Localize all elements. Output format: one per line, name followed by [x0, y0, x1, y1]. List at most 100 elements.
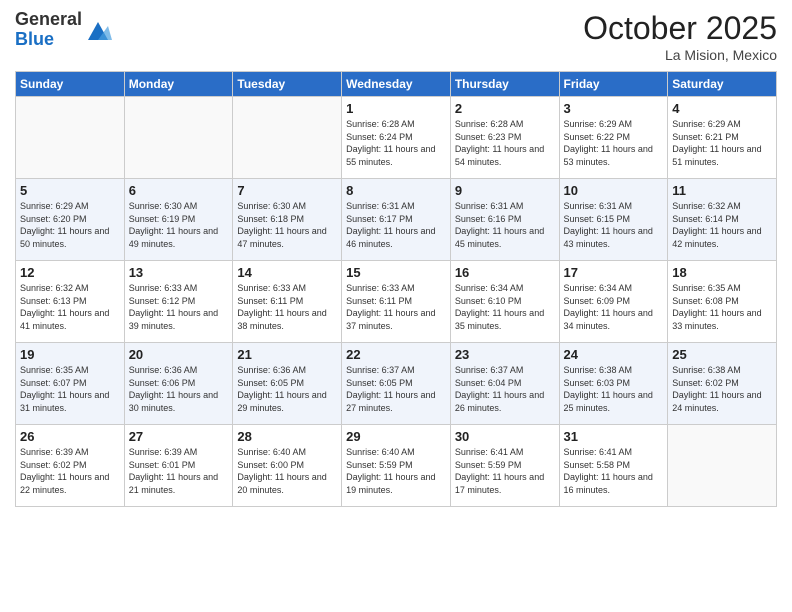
day-info: Sunrise: 6:34 AM Sunset: 6:10 PM Dayligh… — [455, 282, 555, 332]
day-number: 17 — [564, 265, 664, 280]
day-number: 30 — [455, 429, 555, 444]
header-friday: Friday — [559, 72, 668, 97]
day-info: Sunrise: 6:39 AM Sunset: 6:01 PM Dayligh… — [129, 446, 229, 496]
day-cell: 9 Sunrise: 6:31 AM Sunset: 6:16 PM Daylig… — [450, 179, 559, 261]
day-info: Sunrise: 6:28 AM Sunset: 6:24 PM Dayligh… — [346, 118, 446, 168]
day-number: 31 — [564, 429, 664, 444]
month-title: October 2025 — [583, 10, 777, 47]
day-cell: 13 Sunrise: 6:33 AM Sunset: 6:12 PM Dayli… — [124, 261, 233, 343]
day-cell: 29 Sunrise: 6:40 AM Sunset: 5:59 PM Dayli… — [342, 425, 451, 507]
day-info: Sunrise: 6:33 AM Sunset: 6:11 PM Dayligh… — [346, 282, 446, 332]
day-number: 2 — [455, 101, 555, 116]
day-cell: 12 Sunrise: 6:32 AM Sunset: 6:13 PM Dayli… — [16, 261, 125, 343]
day-info: Sunrise: 6:37 AM Sunset: 6:05 PM Dayligh… — [346, 364, 446, 414]
day-cell: 1 Sunrise: 6:28 AM Sunset: 6:24 PM Daylig… — [342, 97, 451, 179]
day-number: 3 — [564, 101, 664, 116]
day-number: 7 — [237, 183, 337, 198]
day-info: Sunrise: 6:31 AM Sunset: 6:16 PM Dayligh… — [455, 200, 555, 250]
logo: General Blue — [15, 10, 112, 50]
day-number: 29 — [346, 429, 446, 444]
calendar-header-row: SundayMondayTuesdayWednesdayThursdayFrid… — [16, 72, 777, 97]
day-cell: 17 Sunrise: 6:34 AM Sunset: 6:09 PM Dayli… — [559, 261, 668, 343]
day-number: 1 — [346, 101, 446, 116]
day-number: 25 — [672, 347, 772, 362]
day-info: Sunrise: 6:31 AM Sunset: 6:17 PM Dayligh… — [346, 200, 446, 250]
day-cell: 28 Sunrise: 6:40 AM Sunset: 6:00 PM Dayli… — [233, 425, 342, 507]
day-cell — [233, 97, 342, 179]
logo-general: General — [15, 9, 82, 29]
day-cell: 30Sunrise: 6:41 AM Sunset: 5:59 PM Dayli… — [450, 425, 559, 507]
day-cell: 6 Sunrise: 6:30 AM Sunset: 6:19 PM Daylig… — [124, 179, 233, 261]
header-monday: Monday — [124, 72, 233, 97]
day-info: Sunrise: 6:33 AM Sunset: 6:12 PM Dayligh… — [129, 282, 229, 332]
logo-text: General Blue — [15, 10, 82, 50]
header-saturday: Saturday — [668, 72, 777, 97]
title-block: October 2025 La Mision, Mexico — [583, 10, 777, 63]
day-cell: 24Sunrise: 6:38 AM Sunset: 6:03 PM Dayli… — [559, 343, 668, 425]
day-number: 16 — [455, 265, 555, 280]
day-number: 9 — [455, 183, 555, 198]
day-number: 4 — [672, 101, 772, 116]
location: La Mision, Mexico — [583, 47, 777, 63]
day-number: 12 — [20, 265, 120, 280]
day-number: 15 — [346, 265, 446, 280]
day-info: Sunrise: 6:34 AM Sunset: 6:09 PM Dayligh… — [564, 282, 664, 332]
week-row-5: 26 Sunrise: 6:39 AM Sunset: 6:02 PM Dayli… — [16, 425, 777, 507]
day-number: 27 — [129, 429, 229, 444]
day-info: Sunrise: 6:31 AM Sunset: 6:15 PM Dayligh… — [564, 200, 664, 250]
day-number: 11 — [672, 183, 772, 198]
week-row-4: 19 Sunrise: 6:35 AM Sunset: 6:07 PM Dayli… — [16, 343, 777, 425]
day-number: 8 — [346, 183, 446, 198]
day-info: Sunrise: 6:29 AM Sunset: 6:21 PM Dayligh… — [672, 118, 772, 168]
day-cell — [16, 97, 125, 179]
day-info: Sunrise: 6:33 AM Sunset: 6:11 PM Dayligh… — [237, 282, 337, 332]
day-info: Sunrise: 6:32 AM Sunset: 6:13 PM Dayligh… — [20, 282, 120, 332]
day-number: 22 — [346, 347, 446, 362]
day-info: Sunrise: 6:35 AM Sunset: 6:07 PM Dayligh… — [20, 364, 120, 414]
day-info: Sunrise: 6:29 AM Sunset: 6:20 PM Dayligh… — [20, 200, 120, 250]
day-cell: 3 Sunrise: 6:29 AM Sunset: 6:22 PM Daylig… — [559, 97, 668, 179]
day-number: 6 — [129, 183, 229, 198]
day-cell: 4 Sunrise: 6:29 AM Sunset: 6:21 PM Daylig… — [668, 97, 777, 179]
day-info: Sunrise: 6:30 AM Sunset: 6:19 PM Dayligh… — [129, 200, 229, 250]
day-number: 5 — [20, 183, 120, 198]
day-info: Sunrise: 6:40 AM Sunset: 5:59 PM Dayligh… — [346, 446, 446, 496]
day-number: 28 — [237, 429, 337, 444]
week-row-3: 12 Sunrise: 6:32 AM Sunset: 6:13 PM Dayli… — [16, 261, 777, 343]
calendar: SundayMondayTuesdayWednesdayThursdayFrid… — [15, 71, 777, 507]
day-number: 23 — [455, 347, 555, 362]
day-number: 14 — [237, 265, 337, 280]
day-info: Sunrise: 6:28 AM Sunset: 6:23 PM Dayligh… — [455, 118, 555, 168]
day-cell: 15 Sunrise: 6:33 AM Sunset: 6:11 PM Dayli… — [342, 261, 451, 343]
day-cell: 27 Sunrise: 6:39 AM Sunset: 6:01 PM Dayli… — [124, 425, 233, 507]
day-info: Sunrise: 6:39 AM Sunset: 6:02 PM Dayligh… — [20, 446, 120, 496]
logo-icon — [84, 16, 112, 44]
day-info: Sunrise: 6:37 AM Sunset: 6:04 PM Dayligh… — [455, 364, 555, 414]
day-info: Sunrise: 6:41 AM Sunset: 5:58 PM Dayligh… — [564, 446, 664, 496]
week-row-1: 1 Sunrise: 6:28 AM Sunset: 6:24 PM Daylig… — [16, 97, 777, 179]
day-number: 10 — [564, 183, 664, 198]
day-cell: 20Sunrise: 6:36 AM Sunset: 6:06 PM Dayli… — [124, 343, 233, 425]
day-cell: 7Sunrise: 6:30 AM Sunset: 6:18 PM Daylig… — [233, 179, 342, 261]
day-cell: 5 Sunrise: 6:29 AM Sunset: 6:20 PM Daylig… — [16, 179, 125, 261]
logo-blue: Blue — [15, 29, 54, 49]
day-cell: 19 Sunrise: 6:35 AM Sunset: 6:07 PM Dayli… — [16, 343, 125, 425]
day-info: Sunrise: 6:32 AM Sunset: 6:14 PM Dayligh… — [672, 200, 772, 250]
day-cell: 26 Sunrise: 6:39 AM Sunset: 6:02 PM Dayli… — [16, 425, 125, 507]
day-number: 24 — [564, 347, 664, 362]
week-row-2: 5 Sunrise: 6:29 AM Sunset: 6:20 PM Daylig… — [16, 179, 777, 261]
day-number: 20 — [129, 347, 229, 362]
day-number: 13 — [129, 265, 229, 280]
day-info: Sunrise: 6:29 AM Sunset: 6:22 PM Dayligh… — [564, 118, 664, 168]
day-cell: 11 Sunrise: 6:32 AM Sunset: 6:14 PM Dayli… — [668, 179, 777, 261]
day-info: Sunrise: 6:35 AM Sunset: 6:08 PM Dayligh… — [672, 282, 772, 332]
day-cell — [124, 97, 233, 179]
header-wednesday: Wednesday — [342, 72, 451, 97]
day-cell: 21Sunrise: 6:36 AM Sunset: 6:05 PM Dayli… — [233, 343, 342, 425]
day-cell: 23 Sunrise: 6:37 AM Sunset: 6:04 PM Dayli… — [450, 343, 559, 425]
day-cell: 31 Sunrise: 6:41 AM Sunset: 5:58 PM Dayli… — [559, 425, 668, 507]
header-thursday: Thursday — [450, 72, 559, 97]
day-number: 26 — [20, 429, 120, 444]
day-info: Sunrise: 6:40 AM Sunset: 6:00 PM Dayligh… — [237, 446, 337, 496]
day-number: 19 — [20, 347, 120, 362]
